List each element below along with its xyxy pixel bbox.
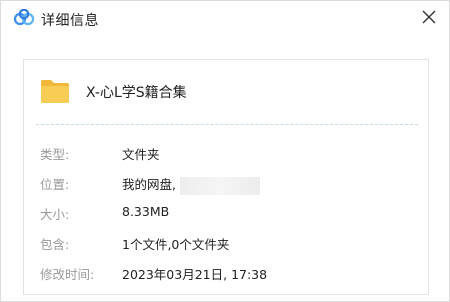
- modified-value: 2023年03月21日, 17:38: [122, 267, 268, 282]
- detail-row-location: 位置: 我的网盘,: [24, 170, 428, 200]
- folder-icon: [40, 78, 70, 104]
- type-value: 文件夹: [122, 147, 160, 162]
- dialog-title: 详细信息: [41, 13, 99, 29]
- location-label: 位置:: [40, 177, 70, 192]
- contains-label: 包含:: [40, 237, 70, 252]
- file-details-card: X-心L学S籍合集 类型: 文件夹 位置: 我的网盘, 大小: 8.33MB 包…: [23, 59, 429, 295]
- modified-label: 修改时间:: [40, 267, 95, 282]
- detail-row-type: 类型: 文件夹: [24, 140, 428, 170]
- contains-value: 1个文件,0个文件夹: [122, 237, 230, 252]
- location-value[interactable]: 我的网盘,: [122, 177, 176, 192]
- size-label: 大小:: [40, 207, 70, 222]
- title-bar: 详细信息: [1, 1, 450, 37]
- baidu-netdisk-logo-icon: [13, 8, 35, 27]
- file-name: X-心L学S籍合集: [86, 85, 187, 101]
- divider: [36, 124, 418, 125]
- location-value-wrap: 我的网盘,: [122, 174, 260, 195]
- size-value: 8.33MB: [122, 204, 170, 219]
- file-header: X-心L学S籍合集: [24, 60, 428, 124]
- details-list: 类型: 文件夹 位置: 我的网盘, 大小: 8.33MB 包含: 1个文件,0个…: [24, 140, 428, 290]
- detail-row-size: 大小: 8.33MB: [24, 200, 428, 230]
- redacted-path: [179, 176, 260, 195]
- details-dialog: 详细信息 X-心L学S籍合集 类型: 文件夹 位置: 我的网盘, 大小: 8.3…: [0, 0, 450, 302]
- close-icon: [422, 10, 436, 24]
- type-label: 类型:: [40, 147, 70, 162]
- detail-row-contains: 包含: 1个文件,0个文件夹: [24, 230, 428, 260]
- detail-row-modified: 修改时间: 2023年03月21日, 17:38: [24, 260, 428, 290]
- close-button[interactable]: [417, 5, 441, 29]
